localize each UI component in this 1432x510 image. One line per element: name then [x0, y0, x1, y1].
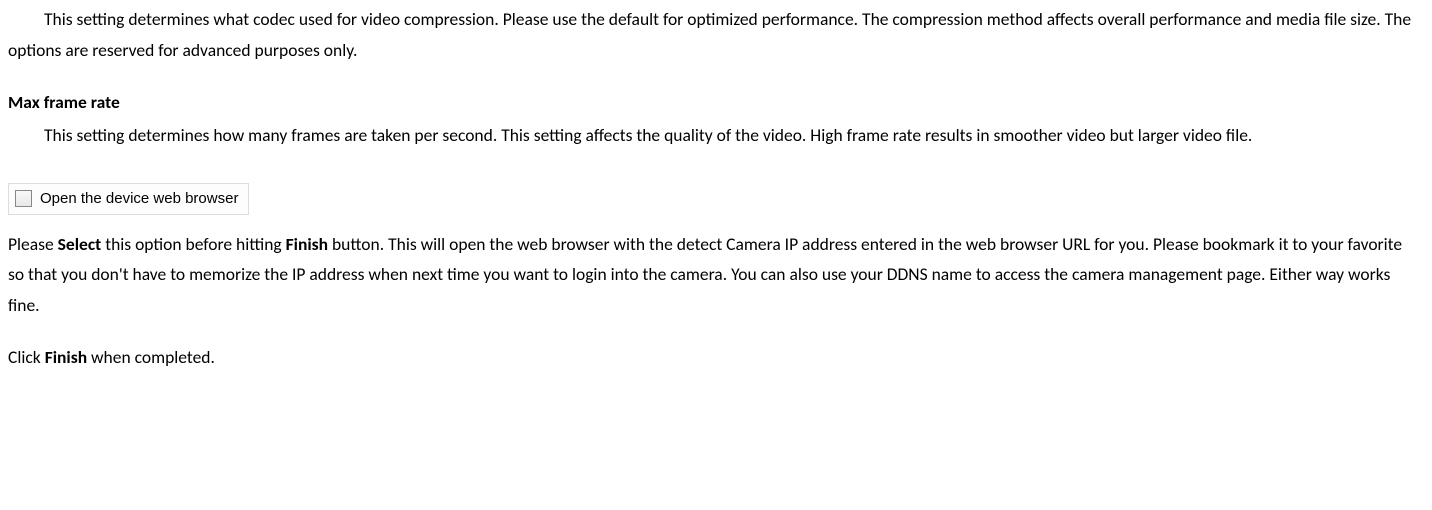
- text: Click: [8, 346, 45, 368]
- finish-bold: Finish: [45, 346, 87, 368]
- text: this option before hitting: [101, 233, 285, 255]
- codec-description: This setting determines what codec used …: [8, 4, 1420, 65]
- open-browser-checkbox[interactable]: Open the device web browser: [8, 183, 249, 215]
- checkbox-icon: [15, 190, 32, 207]
- select-instruction: Please Select this option before hitting…: [8, 229, 1420, 321]
- finish-instruction: Click Finish when completed.: [8, 342, 1420, 373]
- finish-bold: Finish: [286, 233, 328, 255]
- text: when completed.: [87, 346, 215, 368]
- checkbox-label: Open the device web browser: [40, 190, 238, 208]
- framerate-description: This setting determines how many frames …: [8, 120, 1420, 151]
- max-frame-rate-heading: Max frame rate: [8, 87, 1420, 118]
- text: Please: [8, 233, 58, 255]
- select-bold: Select: [58, 233, 102, 255]
